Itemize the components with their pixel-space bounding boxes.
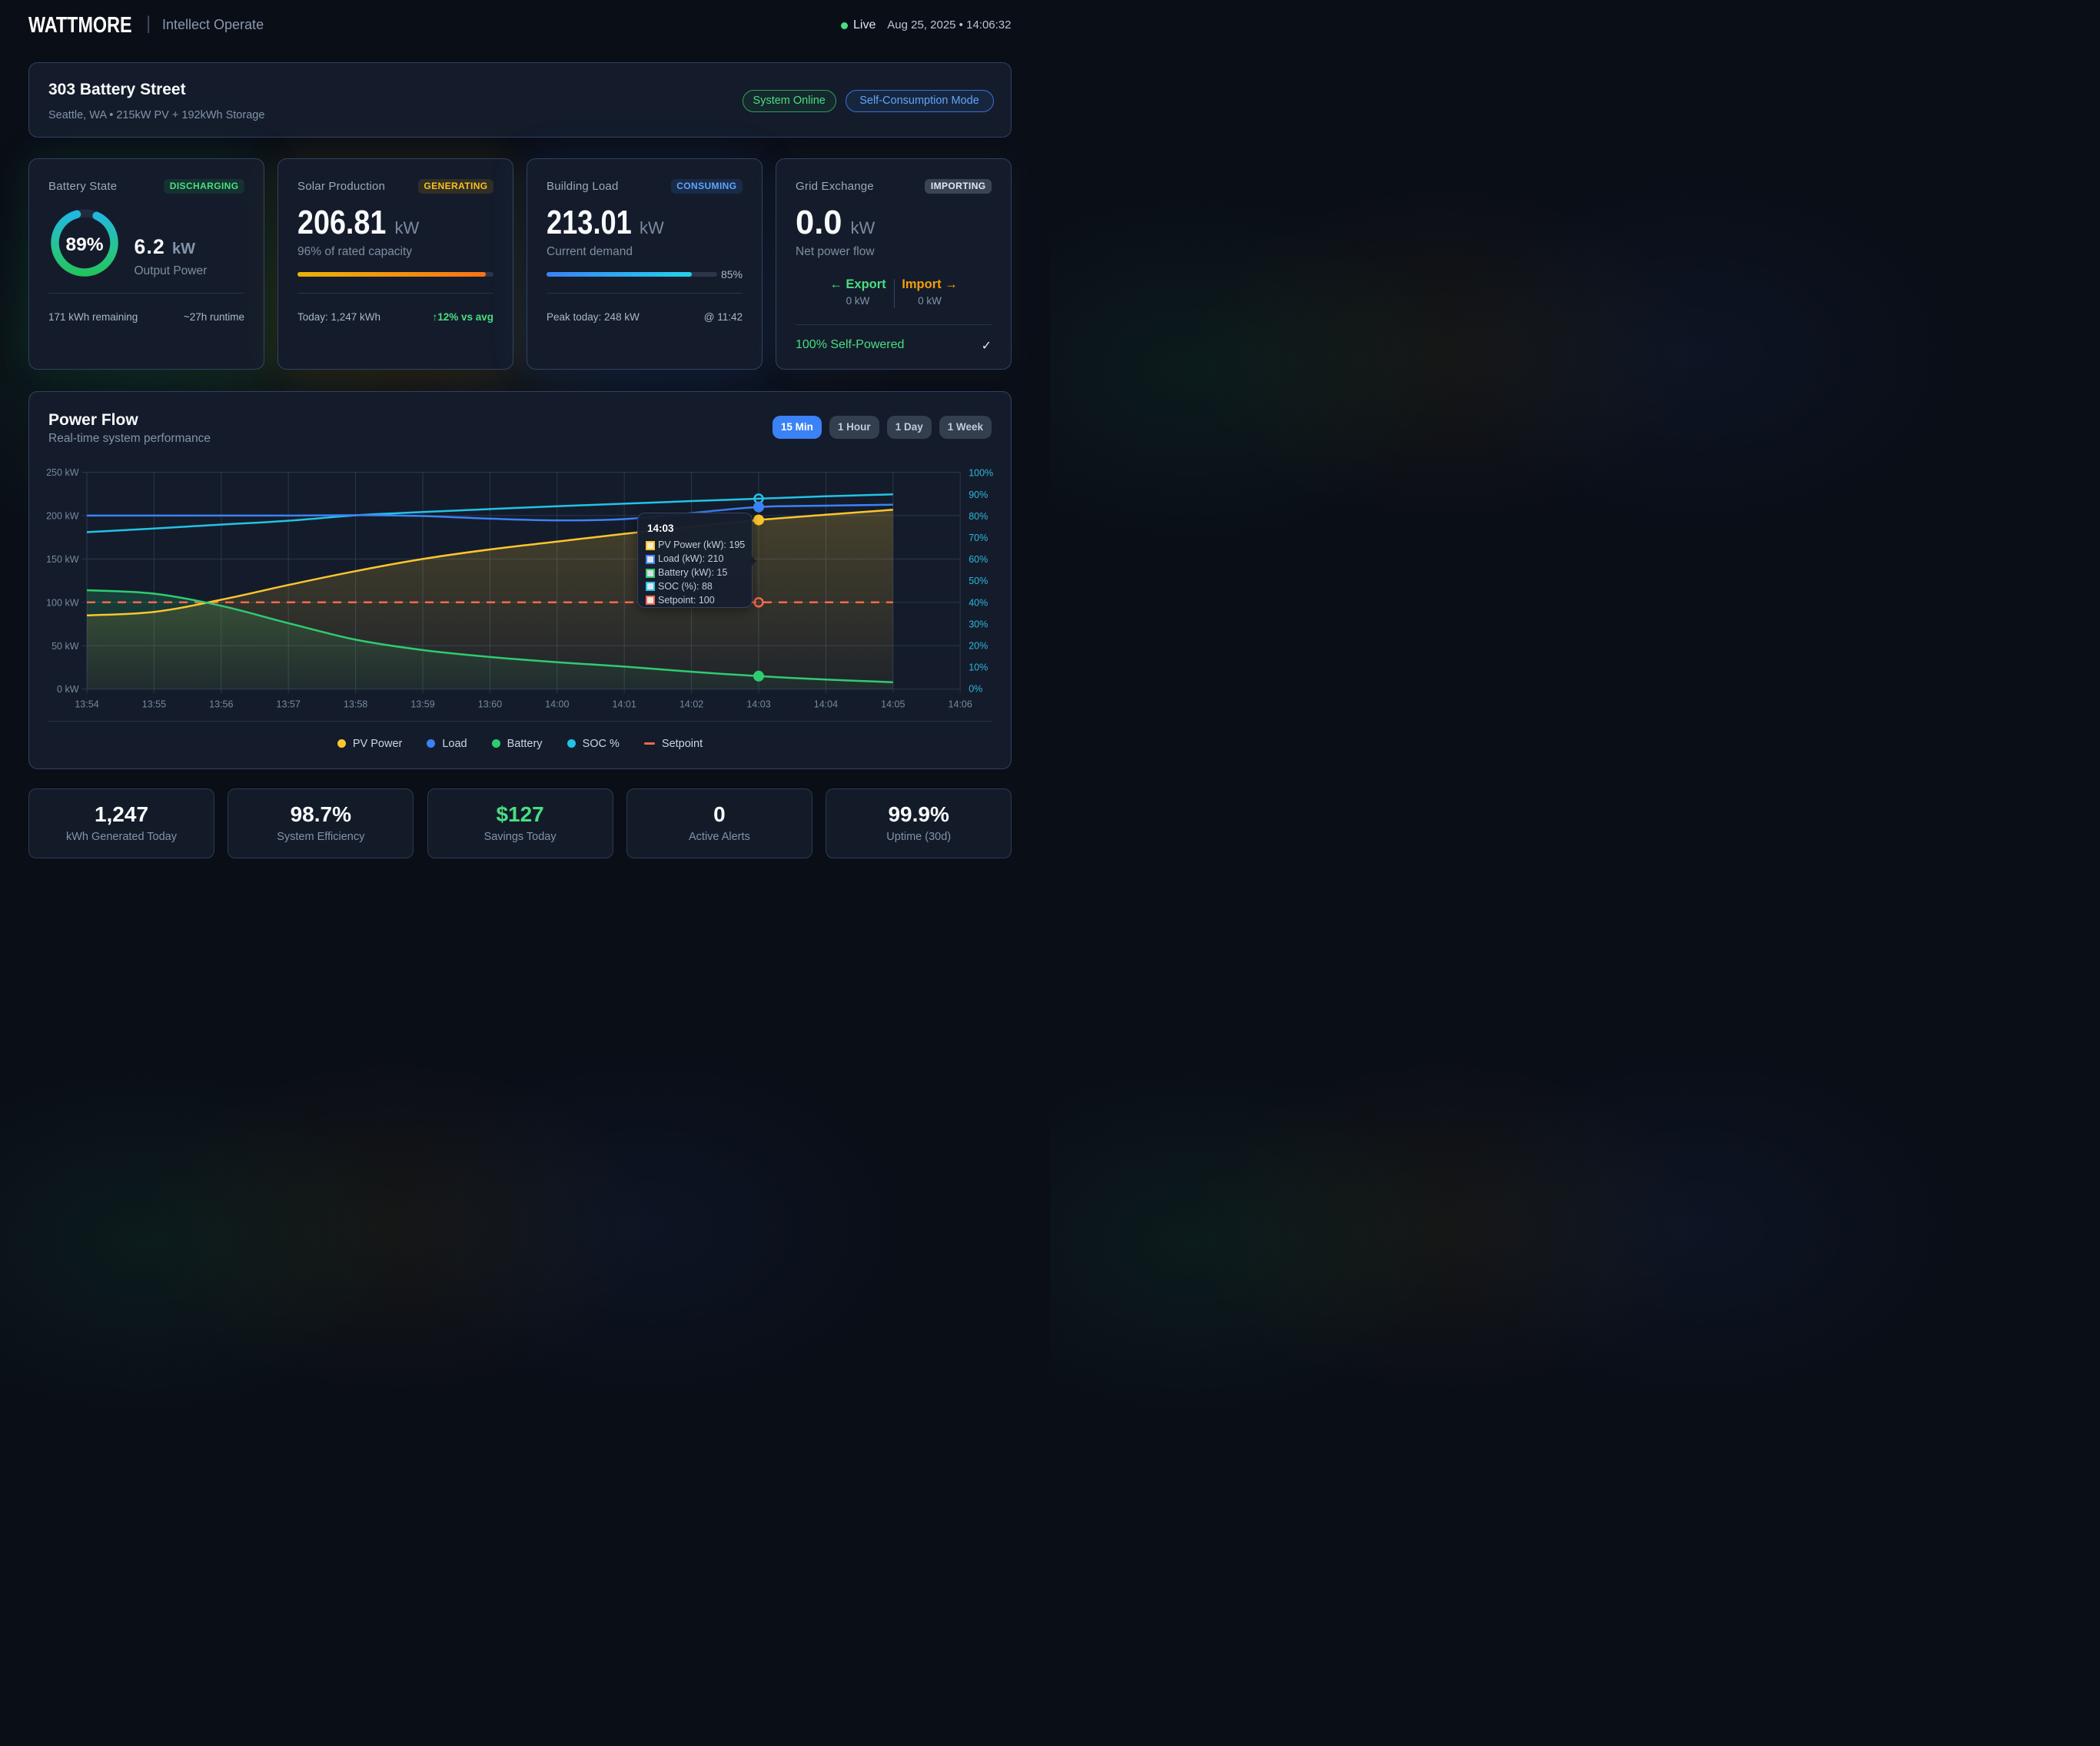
svg-text:0 kW: 0 kW	[57, 684, 79, 695]
svg-text:10%: 10%	[969, 662, 988, 672]
svg-text:13:56: 13:56	[209, 699, 233, 709]
svg-text:250 kW: 250 kW	[46, 467, 79, 478]
svg-text:80%: 80%	[969, 510, 988, 521]
svg-text:200 kW: 200 kW	[46, 510, 79, 521]
svg-text:13:60: 13:60	[478, 699, 502, 709]
svg-text:13:59: 13:59	[410, 699, 434, 709]
svg-text:13:55: 13:55	[142, 699, 166, 709]
svg-text:40%: 40%	[969, 597, 988, 608]
svg-text:50 kW: 50 kW	[52, 640, 79, 651]
svg-text:13:54: 13:54	[75, 699, 98, 709]
svg-text:13:57: 13:57	[277, 699, 301, 709]
svg-text:14:00: 14:00	[545, 699, 569, 709]
svg-text:70%: 70%	[969, 533, 988, 543]
svg-text:89%: 89%	[65, 234, 103, 255]
svg-text:20%: 20%	[969, 640, 988, 651]
svg-text:14:02: 14:02	[680, 699, 703, 709]
svg-text:90%: 90%	[969, 489, 988, 500]
svg-text:14:05: 14:05	[881, 699, 905, 709]
svg-text:100 kW: 100 kW	[46, 597, 79, 608]
svg-text:14:01: 14:01	[613, 699, 636, 709]
svg-text:100%: 100%	[969, 467, 993, 478]
svg-text:30%: 30%	[969, 619, 988, 629]
svg-text:150 kW: 150 kW	[46, 553, 79, 564]
svg-text:13:58: 13:58	[344, 699, 367, 709]
svg-text:14:03: 14:03	[746, 699, 770, 709]
svg-text:60%: 60%	[969, 554, 988, 565]
svg-text:50%: 50%	[969, 576, 988, 586]
svg-text:14:06: 14:06	[949, 699, 972, 709]
svg-text:0%: 0%	[969, 683, 982, 694]
svg-text:14:04: 14:04	[814, 699, 838, 709]
